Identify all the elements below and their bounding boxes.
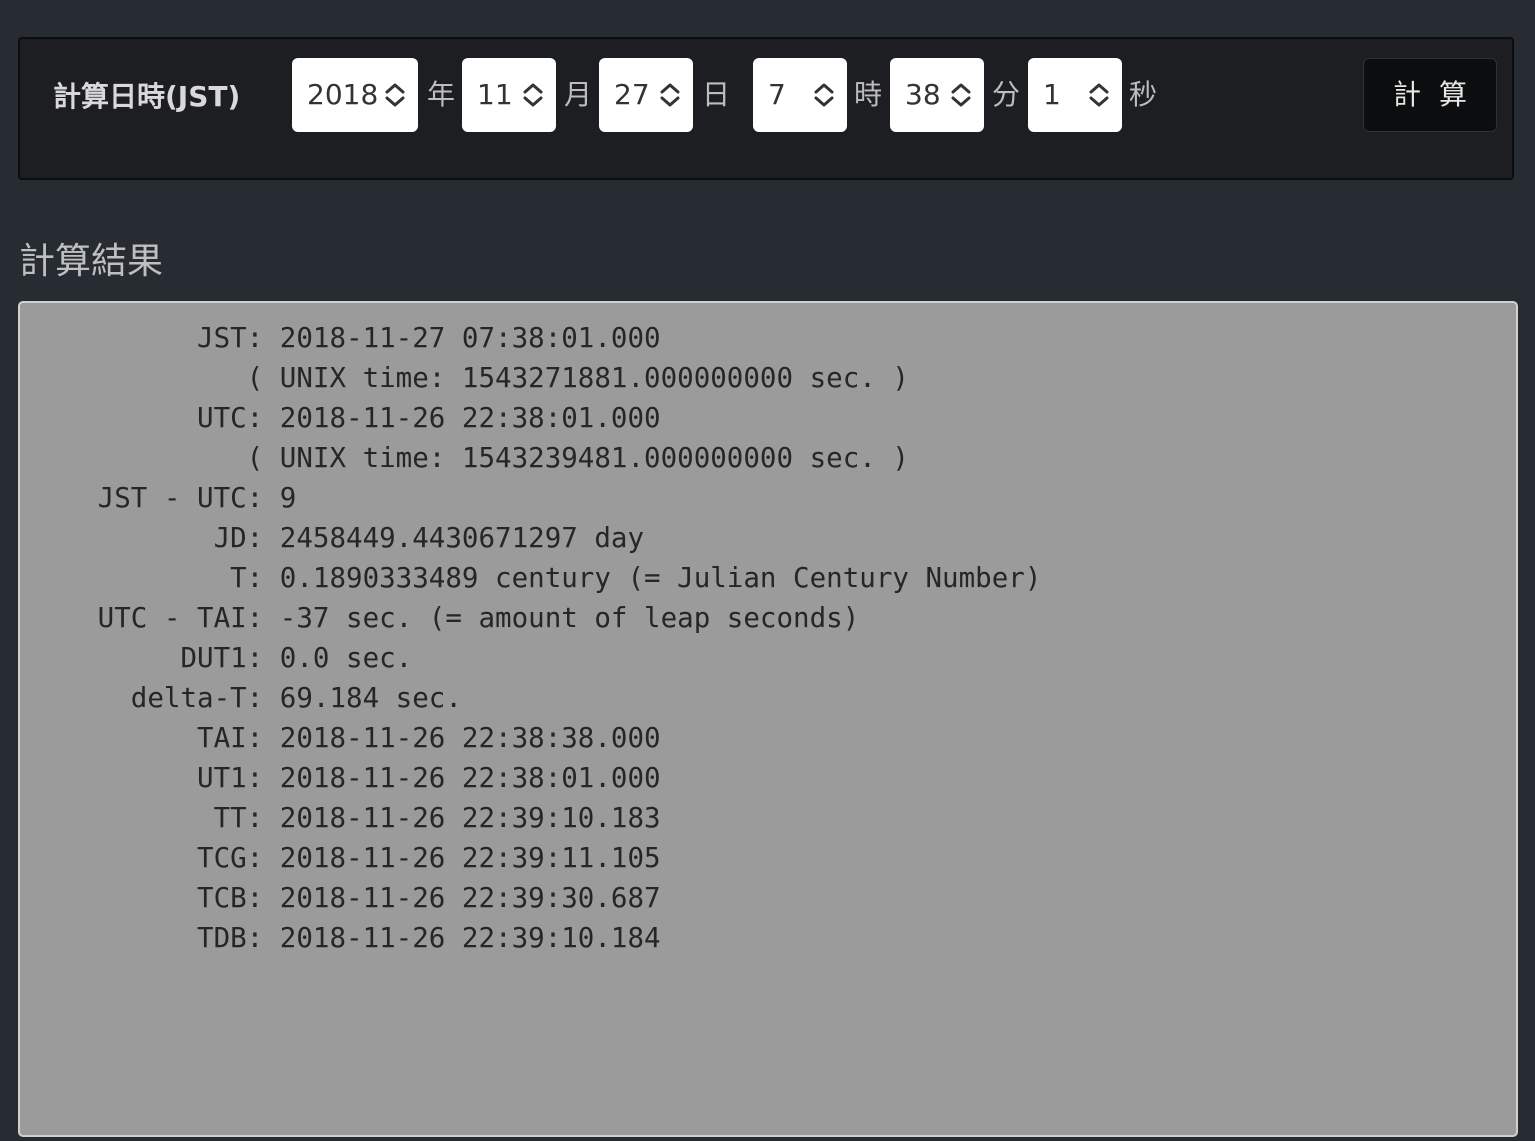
result-line: TCB: 2018-11-26 22:39:30.687 [48, 882, 661, 914]
chevron-up-down-icon [1089, 83, 1109, 107]
hour-unit: 時 [854, 78, 883, 111]
result-line: JST: 2018-11-27 07:38:01.000 [48, 322, 661, 354]
result-heading: 計算結果 [19, 241, 164, 282]
result-line: TT: 2018-11-26 22:39:10.183 [48, 802, 661, 834]
result-line: DUT1: 0.0 sec. [48, 642, 413, 674]
day-unit: 日 [702, 78, 731, 111]
result-line: JD: 2458449.4430671297 day [48, 522, 645, 554]
result-line: TCG: 2018-11-26 22:39:11.105 [48, 842, 661, 874]
chevron-up-down-icon [814, 83, 834, 107]
year-value: 2018 [307, 78, 379, 111]
chevron-up-down-icon [385, 83, 405, 107]
day-value: 27 [614, 78, 650, 111]
result-text: JST: 2018-11-27 07:38:01.000 ( UNIX time… [48, 318, 1042, 958]
chevron-up-down-icon [951, 83, 971, 107]
second-unit: 秒 [1129, 78, 1158, 111]
result-line: ( UNIX time: 1543239481.000000000 sec. ) [48, 442, 909, 474]
page: 計算日時(JST) 2018 年 11 月 27 日 7 時 38 分 1 秒 … [0, 0, 1535, 1141]
minute-value: 38 [905, 78, 941, 111]
hour-value: 7 [768, 78, 786, 111]
year-select[interactable]: 2018 [292, 58, 418, 132]
form-label: 計算日時(JST) [53, 80, 241, 113]
result-line: UTC - TAI: -37 sec. (= amount of leap se… [48, 602, 860, 634]
datetime-form: 計算日時(JST) 2018 年 11 月 27 日 7 時 38 分 1 秒 … [18, 37, 1514, 180]
result-line: delta-T: 69.184 sec. [48, 682, 462, 714]
day-select[interactable]: 27 [599, 58, 693, 132]
minute-select[interactable]: 38 [890, 58, 984, 132]
chevron-up-down-icon [660, 83, 680, 107]
result-line: TAI: 2018-11-26 22:38:38.000 [48, 722, 661, 754]
second-select[interactable]: 1 [1028, 58, 1122, 132]
result-line: ( UNIX time: 1543271881.000000000 sec. ) [48, 362, 909, 394]
month-select[interactable]: 11 [462, 58, 556, 132]
result-line: UTC: 2018-11-26 22:38:01.000 [48, 402, 661, 434]
minute-unit: 分 [992, 78, 1021, 111]
result-line: T: 0.1890333489 century (= Julian Centur… [48, 562, 1042, 594]
second-value: 1 [1043, 78, 1061, 111]
result-line: TDB: 2018-11-26 22:39:10.184 [48, 922, 661, 954]
year-unit: 年 [427, 78, 456, 111]
calculate-button[interactable]: 計算 [1363, 58, 1497, 132]
result-line: JST - UTC: 9 [48, 482, 297, 514]
chevron-up-down-icon [523, 83, 543, 107]
month-unit: 月 [564, 78, 593, 111]
hour-select[interactable]: 7 [753, 58, 847, 132]
result-output: JST: 2018-11-27 07:38:01.000 ( UNIX time… [18, 301, 1518, 1137]
result-line: UT1: 2018-11-26 22:38:01.000 [48, 762, 661, 794]
month-value: 11 [477, 78, 513, 111]
